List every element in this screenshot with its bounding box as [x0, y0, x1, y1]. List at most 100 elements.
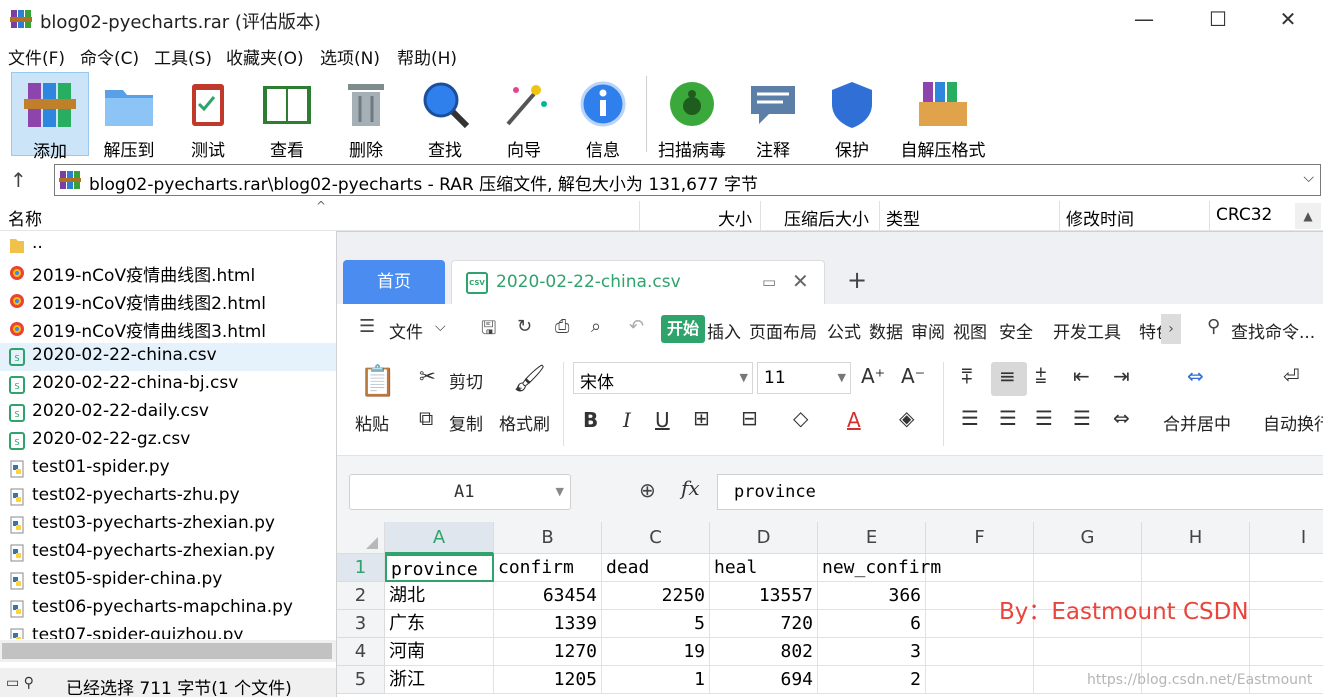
list-item[interactable]: test05-spider-china.py: [0, 567, 336, 595]
increase-indent-icon[interactable]: ⇥: [1113, 364, 1130, 388]
column-name[interactable]: 名称: [8, 205, 42, 230]
menu-tools[interactable]: 工具(S): [154, 44, 212, 69]
row-header[interactable]: 5: [337, 666, 385, 694]
cell-i2[interactable]: [1250, 582, 1323, 610]
cell-e1[interactable]: new_confirm: [818, 554, 941, 582]
cell-i1[interactable]: [1250, 554, 1323, 582]
close-tab-icon[interactable]: ✕: [792, 269, 809, 293]
view-button[interactable]: 查看: [248, 72, 326, 161]
align-right-icon[interactable]: ☰: [1035, 406, 1053, 430]
column-header[interactable]: C: [602, 522, 710, 554]
column-header[interactable]: E: [818, 522, 926, 554]
row-header[interactable]: 1: [337, 554, 385, 582]
align-top-icon[interactable]: ⩱: [961, 364, 973, 388]
merge-center-button[interactable]: 合并居中: [1163, 410, 1231, 435]
menu-commands[interactable]: 命令(C): [80, 44, 139, 69]
scroll-up-icon[interactable]: ▲: [1295, 203, 1321, 229]
cell-e2[interactable]: 366: [818, 582, 926, 610]
cell-e5[interactable]: 2: [818, 666, 926, 694]
cell-f5[interactable]: [926, 666, 1034, 694]
distributed-icon[interactable]: ⇔: [1113, 406, 1130, 430]
cell-c4[interactable]: 19: [602, 638, 710, 666]
cell-i3[interactable]: [1250, 610, 1323, 638]
format-painter-button[interactable]: 格式刷: [499, 410, 550, 435]
copy-button[interactable]: 复制: [449, 410, 483, 435]
bold-icon[interactable]: B: [583, 408, 598, 432]
cell-d4[interactable]: 802: [710, 638, 818, 666]
tab-insert[interactable]: 插入: [707, 318, 741, 343]
row-header[interactable]: 3: [337, 610, 385, 638]
list-item[interactable]: S 2020-02-22-china.csv: [0, 343, 336, 371]
column-header[interactable]: D: [710, 522, 818, 554]
cell-d2[interactable]: 13557: [710, 582, 818, 610]
list-item[interactable]: 2019-nCoV疫情曲线图2.html: [0, 287, 336, 315]
menu-file[interactable]: 文件(F): [8, 44, 65, 69]
list-item[interactable]: test04-pyecharts-zhexian.py: [0, 539, 336, 567]
wrap-text-icon[interactable]: ⏎: [1283, 364, 1300, 388]
align-middle-icon[interactable]: ≡: [999, 364, 1016, 388]
column-size[interactable]: 大小: [718, 205, 752, 230]
column-packed-size[interactable]: 压缩后大小: [784, 205, 869, 230]
menu-help[interactable]: 帮助(H): [397, 44, 457, 69]
cell-c5[interactable]: 1: [602, 666, 710, 694]
tab-page-layout[interactable]: 页面布局: [749, 318, 817, 343]
info-button[interactable]: 信息: [564, 72, 642, 161]
cell-d3[interactable]: 720: [710, 610, 818, 638]
cut-button[interactable]: 剪切: [449, 368, 483, 393]
cell-f1[interactable]: [926, 554, 1034, 582]
paste-button[interactable]: 粘贴: [355, 410, 389, 435]
column-header[interactable]: F: [926, 522, 1034, 554]
tab-formulas[interactable]: 公式: [827, 318, 861, 343]
font-color-icon[interactable]: A: [847, 408, 861, 432]
column-type[interactable]: 类型: [886, 205, 920, 230]
name-box[interactable]: A1 ▼: [349, 474, 571, 510]
menu-file[interactable]: 文件: [389, 318, 423, 343]
cell-c1[interactable]: dead: [602, 554, 710, 582]
sfx-button[interactable]: 自解压格式: [898, 72, 988, 161]
menu-favorites[interactable]: 收藏夹(O): [226, 44, 304, 69]
tab-start[interactable]: 开始: [661, 315, 705, 343]
cell-h4[interactable]: [1142, 638, 1250, 666]
cell-f4[interactable]: [926, 638, 1034, 666]
formula-input[interactable]: province: [717, 474, 1323, 510]
cell-e3[interactable]: 6: [818, 610, 926, 638]
fill-color-icon[interactable]: ◇: [793, 406, 808, 430]
cell-b5[interactable]: 1205: [494, 666, 602, 694]
align-center-icon[interactable]: ☰: [999, 406, 1017, 430]
italic-icon[interactable]: I: [623, 408, 631, 432]
save-icon[interactable]: 🖫: [481, 316, 496, 346]
column-crc32[interactable]: CRC32: [1216, 205, 1272, 225]
test-button[interactable]: 测试: [169, 72, 247, 161]
format-painter-icon[interactable]: 🖌: [513, 364, 546, 394]
zoom-search-icon[interactable]: ⊕: [639, 478, 656, 502]
column-header[interactable]: I: [1250, 522, 1323, 554]
path-field[interactable]: blog02-pyecharts.rar\blog02-pyecharts - …: [54, 164, 1321, 196]
cell-c3[interactable]: 5: [602, 610, 710, 638]
column-header[interactable]: A: [385, 522, 494, 554]
select-all-corner[interactable]: [337, 522, 385, 554]
chevron-down-icon[interactable]: ⌵: [435, 319, 446, 335]
new-tab-button[interactable]: +: [847, 266, 867, 294]
scan-virus-button[interactable]: 扫描病毒: [653, 72, 731, 161]
cell-b1[interactable]: confirm: [494, 554, 602, 582]
font-size-select[interactable]: 11 ▼: [757, 362, 851, 394]
window-mode-icon[interactable]: ▭: [762, 273, 776, 291]
tab-review[interactable]: 审阅: [911, 318, 945, 343]
list-item[interactable]: test07-spider-guizhou.py: [0, 623, 336, 639]
column-header[interactable]: B: [494, 522, 602, 554]
comment-button[interactable]: 注释: [734, 72, 812, 161]
command-search[interactable]: 查找命令...: [1231, 318, 1315, 343]
cell-d5[interactable]: 694: [710, 666, 818, 694]
align-left-icon[interactable]: ☰: [961, 406, 979, 430]
cell-h1[interactable]: [1142, 554, 1250, 582]
cell-a1[interactable]: province: [385, 554, 494, 582]
print-icon[interactable]: ⎙: [555, 316, 569, 337]
list-item[interactable]: test01-spider.py: [0, 455, 336, 483]
tab-security[interactable]: 安全: [999, 318, 1033, 343]
print-preview-icon[interactable]: ⌕: [591, 316, 601, 337]
cell-g4[interactable]: [1034, 638, 1142, 666]
hamburger-menu-icon[interactable]: ☰: [359, 316, 375, 337]
list-item[interactable]: ..: [0, 231, 336, 259]
tab-view[interactable]: 视图: [953, 318, 987, 343]
extract-to-button[interactable]: 解压到: [90, 72, 168, 161]
